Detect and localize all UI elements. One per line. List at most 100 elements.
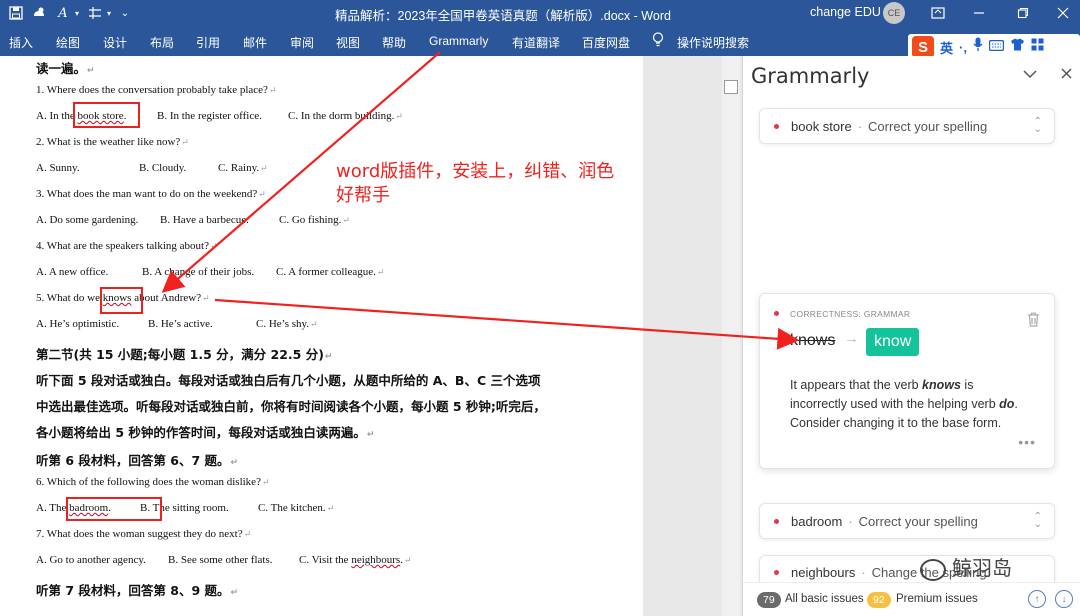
highlight-box-knows: [100, 287, 143, 314]
error-dot: [774, 570, 779, 575]
avatar[interactable]: CE: [883, 2, 905, 24]
font-format-icon[interactable]: A: [52, 3, 74, 23]
accept-suggestion-button[interactable]: know: [866, 328, 920, 356]
issue-keyword: badroom: [791, 513, 843, 529]
error-dot: [774, 311, 779, 316]
tab-insert[interactable]: 插入: [9, 34, 33, 51]
issue-card-book-store[interactable]: book store · Correct your spelling ⌃ ⌄: [759, 108, 1055, 144]
document-title: 精品解析：2023年全国甲卷英语真题（解析版）.docx - Word: [335, 9, 671, 23]
paragraph-mark-icon: ↵: [243, 529, 252, 539]
microphone-icon[interactable]: [973, 37, 983, 57]
paragraph-mark-icon: ↵: [324, 352, 333, 362]
expand-chevron-icon[interactable]: ⌃ ⌄: [1034, 512, 1042, 530]
account-name[interactable]: change EDU: [810, 5, 881, 19]
tab-references[interactable]: 引用: [196, 34, 220, 51]
table-icon[interactable]: [86, 3, 104, 23]
restore-icon[interactable]: [1010, 2, 1036, 24]
paragraph-mark-icon: ↵: [181, 137, 189, 147]
premium-issues-label[interactable]: Premium issues: [896, 593, 978, 605]
doc-line: 第二节(共 15 小题;每小题 1.5 分，满分 22.5 分)↵: [36, 347, 333, 362]
watermark: 鲸羽岛: [920, 552, 1012, 581]
issue-keyword: book store: [791, 118, 852, 134]
tab-draw[interactable]: 绘图: [56, 34, 80, 51]
tab-review[interactable]: 审阅: [290, 34, 314, 51]
tab-youdao-translate[interactable]: 有道翻译: [512, 34, 560, 51]
paragraph-mark-icon: ↵: [395, 111, 403, 121]
tab-mailings[interactable]: 邮件: [243, 34, 267, 51]
close-icon[interactable]: [1050, 2, 1076, 24]
tab-grammarly[interactable]: Grammarly: [429, 34, 488, 48]
flagged-word[interactable]: neighbours: [351, 554, 400, 566]
skin-shirt-icon[interactable]: [1010, 38, 1025, 56]
doc-line: 中选出最佳选项。听每段对话或独白前，你将有时间阅读各个小题，每小题 5 秒钟;听…: [36, 399, 546, 414]
suggestion-explanation: It appears that the verb knows is incorr…: [790, 378, 1018, 430]
ribbon-display-icon[interactable]: [925, 2, 951, 24]
expanded-suggestion-card[interactable]: CORRECTNESS: GRAMMAR knows → know It app…: [759, 293, 1055, 469]
paragraph-mark-icon: ↵: [403, 555, 412, 565]
ime-language-toggle[interactable]: 英: [940, 38, 953, 57]
more-options-icon[interactable]: •••: [1018, 434, 1036, 450]
issue-card-badroom[interactable]: badroom · Correct your spelling ⌃ ⌄: [759, 503, 1055, 539]
ime-punctuation-toggle[interactable]: ·,: [959, 40, 967, 55]
minimize-icon[interactable]: [966, 2, 992, 24]
autosave-icon[interactable]: [30, 3, 48, 23]
issue-hint: Correct your spelling: [858, 513, 978, 529]
doc-line: 听第 7 段材料，回答第 8、9 题。↵: [36, 583, 239, 598]
doc-line: 读一遍。↵: [36, 61, 95, 76]
basic-issues-count[interactable]: 79: [757, 592, 781, 608]
separator: ·: [848, 513, 853, 529]
expand-chevron-icon[interactable]: ⌃ ⌄: [1034, 117, 1042, 135]
paragraph-mark-icon: ↵: [326, 503, 335, 513]
tab-view[interactable]: 视图: [336, 34, 360, 51]
error-dot: [774, 123, 779, 129]
doc-line: 3. What does the man want to do on the w…: [36, 188, 266, 200]
grammarly-panel: Grammarly book store · Correct your spel…: [742, 56, 1080, 616]
chevron-down-icon[interactable]: [1023, 66, 1037, 83]
annotation-text-line-1: word版插件，安装上，纠错、润色: [336, 161, 615, 182]
save-icon[interactable]: [6, 3, 26, 23]
close-panel-icon[interactable]: [1061, 66, 1072, 83]
arrow-right-icon: →: [844, 330, 859, 347]
previous-issue-button[interactable]: ↑: [1028, 590, 1046, 608]
premium-issues-count[interactable]: 92: [867, 592, 891, 608]
paragraph-mark-icon: ↵: [230, 588, 239, 598]
tab-layout[interactable]: 布局: [150, 34, 174, 51]
suggestion-category: CORRECTNESS: GRAMMAR: [790, 309, 911, 319]
lightbulb-icon[interactable]: [652, 32, 664, 50]
tab-baidu-netdisk[interactable]: 百度网盘: [582, 34, 630, 51]
keyboard-icon[interactable]: [988, 38, 1005, 56]
document-page[interactable]: 读一遍。↵ 1. Where does the conversation prob…: [0, 56, 643, 616]
paragraph-mark-icon: ↵: [342, 215, 350, 225]
paragraph-mark-icon: ↵: [230, 458, 239, 468]
paragraph-mark-icon: ↵: [202, 293, 210, 303]
panel-footer: 79 All basic issues 92 Premium issues ↑ …: [743, 582, 1080, 616]
doc-line: 听下面 5 段对话或独白。每段对话或独白后有几个小题，从题中所给的 A、B、C …: [36, 373, 541, 388]
paragraph-mark-icon: ↵: [260, 163, 268, 173]
separator: ·: [857, 118, 863, 134]
customize-toolbar-icon[interactable]: ⌄: [118, 3, 132, 23]
tell-me-search[interactable]: 操作说明搜索: [677, 34, 749, 51]
panel-title: Grammarly: [751, 64, 870, 88]
doc-line: 2. What is the weather like now?↵: [36, 136, 189, 148]
tab-help[interactable]: 帮助: [382, 34, 406, 51]
original-word: knows: [790, 332, 836, 349]
sogou-logo[interactable]: S: [912, 36, 934, 58]
basic-issues-label[interactable]: All basic issues: [785, 593, 864, 605]
paragraph-mark-icon: ↵: [366, 430, 375, 440]
scrollbar-thumb[interactable]: [724, 80, 738, 94]
vertical-scrollbar[interactable]: [722, 56, 740, 616]
paragraph-mark-icon: ↵: [209, 241, 218, 251]
doc-line: 1. Where does the conversation probably …: [36, 84, 277, 96]
paragraph-mark-icon: ↵: [261, 477, 270, 487]
next-issue-button[interactable]: ↓: [1055, 590, 1073, 608]
watermark-text: 鲸羽岛: [952, 558, 1012, 580]
paragraph-mark-icon: ↵: [376, 267, 385, 277]
toolbox-grid-icon[interactable]: [1031, 38, 1044, 56]
separator: ·: [861, 565, 866, 580]
tab-design[interactable]: 设计: [103, 34, 127, 51]
doc-line: 听第 6 段材料，回答第 6、7 题。↵: [36, 453, 239, 468]
chevron-down-icon[interactable]: ▾: [72, 3, 82, 23]
trash-icon[interactable]: [1027, 312, 1040, 330]
error-dot: [774, 518, 779, 524]
chevron-down-icon[interactable]: ▾: [104, 3, 114, 23]
